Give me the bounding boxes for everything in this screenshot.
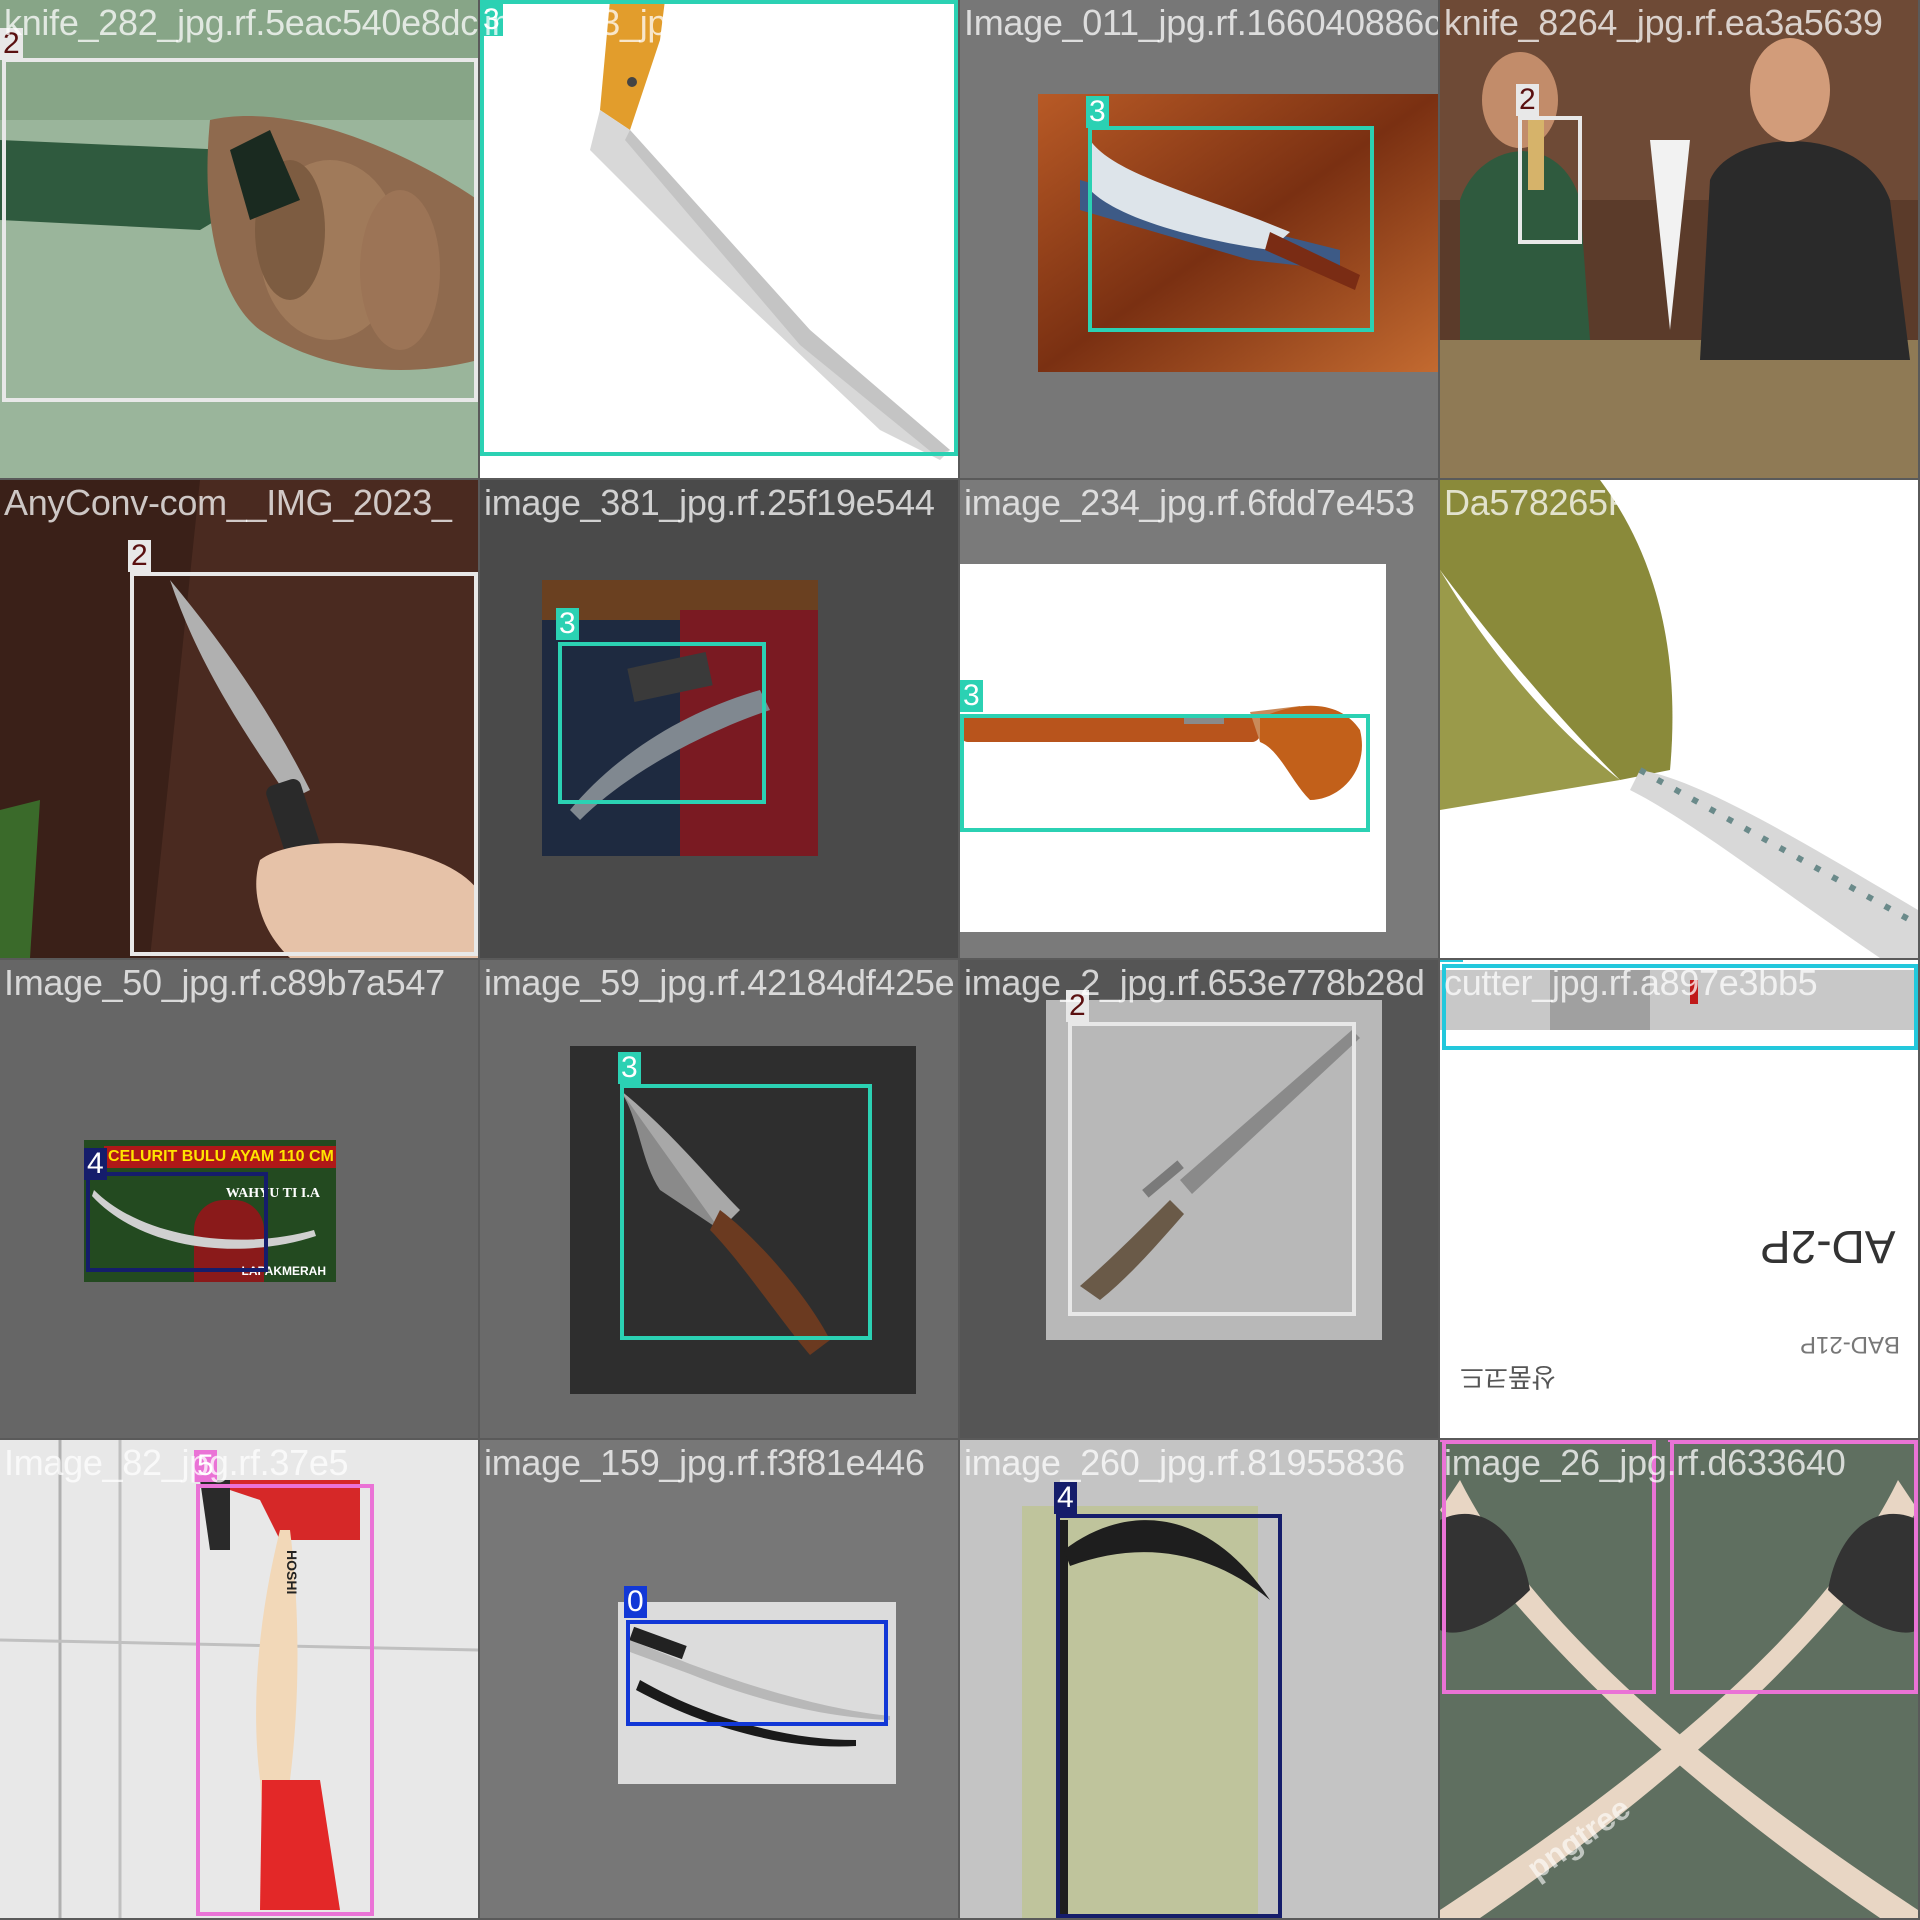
tile-hand-knife: knife_282_jpg.rf.5eac540e8dc75983711569f… [0,0,478,478]
tile-two-men: knife_8264_jpg.rf.ea3a5639 2 [1440,0,1918,478]
tile-scythe: image_260_jpg.rf.81955836 4 [960,1440,1438,1918]
tile-celurit-banner: CELURIT BULU AYAM 110 CM WAHYU TI I.A LA… [0,960,478,1438]
bbox-class-label: 4 [1054,1482,1077,1514]
bbox-class-label: 4 [84,1148,107,1180]
tile-katana: image_159_jpg.rf.f3f81e446 0 [480,1440,958,1918]
bbox [2,58,478,402]
tile-damascus-knife: image_59_jpg.rf.42184df425e 3 [480,960,958,1438]
bbox-class-label: 3 [1086,96,1109,128]
bbox-class-label: 2 [128,540,151,572]
tile-broom: Da578265FE5FK6_jpg.rf.6980 [1440,480,1918,958]
bbox-class-label: 5 [194,1450,217,1482]
bbox [1442,964,1918,1050]
tile-boxed-machete: image_381_jpg.rf.25f19e544 3 [480,480,958,958]
bbox-class-label: 1 [1440,960,1463,962]
bbox [626,1620,888,1726]
banner-title: CELURIT BULU AYAM 110 CM [104,1146,336,1168]
bbox [1518,116,1582,244]
broom-photo [1440,480,1918,958]
bbox [1442,1440,1656,1694]
package-model: AD-2P [1760,1221,1896,1273]
bbox-class-label-second: 5 [1668,1440,1691,1442]
tile-dagger: image_2_jpg.rf.653e778b28d 2 [960,960,1438,1438]
bbox-class-label: 3 [618,1052,641,1084]
bbox [480,0,958,456]
bbox-second [1670,1440,1918,1694]
tile-machete-fur: Image_011_jpg.rf.166040886c 3 [960,0,1438,478]
bbox [1088,126,1374,332]
bbox-class-label: 3 [960,680,983,712]
bbox-class-label: 3 [480,4,503,36]
tile-cutter: AD-2P BAD-21P 상품코드 cutter_jpg.rf.a897e3b… [1440,960,1918,1438]
bbox [130,572,478,956]
bbox-class-label: 2 [1516,84,1539,116]
tile-kitchen-knife: AnyConv-com__IMG_2023_ 2 [0,480,478,958]
bbox [558,642,766,804]
package-code-label: 상품코드 [1460,1362,1556,1392]
tile-red-axe: HOSHI Image_82_jpg.rf.37e5 5 [0,1440,478,1918]
two-men-photo [1440,0,1918,478]
bbox [196,1484,374,1916]
tile-crossed-axes: pngtree image_26_jpg.rf.d633640 5 5 [1440,1440,1918,1918]
bbox-class-label: 2 [1066,990,1089,1022]
bbox [960,714,1370,832]
tile-machete-white: image_3_jpg.rf.384f892fd3 3 [480,0,958,478]
tile-sheathed-golok: image_234_jpg.rf.6fdd7e453 3 [960,480,1438,958]
bbox-class-label: 5 [1440,1440,1463,1442]
bbox-class-label: 3 [556,608,579,640]
bbox-class-label: 0 [624,1586,647,1618]
bbox-class-label: 2 [0,28,23,60]
mosaic-grid: knife_282_jpg.rf.5eac540e8dc75983711569f… [0,0,1920,1920]
bbox [1056,1514,1282,1918]
bbox [1068,1022,1356,1316]
package-sub: BAD-21P [1800,1331,1901,1358]
tile-filename: Image_50_jpg.rf.c89b7a547 [4,962,445,1003]
bbox [86,1172,268,1272]
bbox [620,1084,872,1340]
